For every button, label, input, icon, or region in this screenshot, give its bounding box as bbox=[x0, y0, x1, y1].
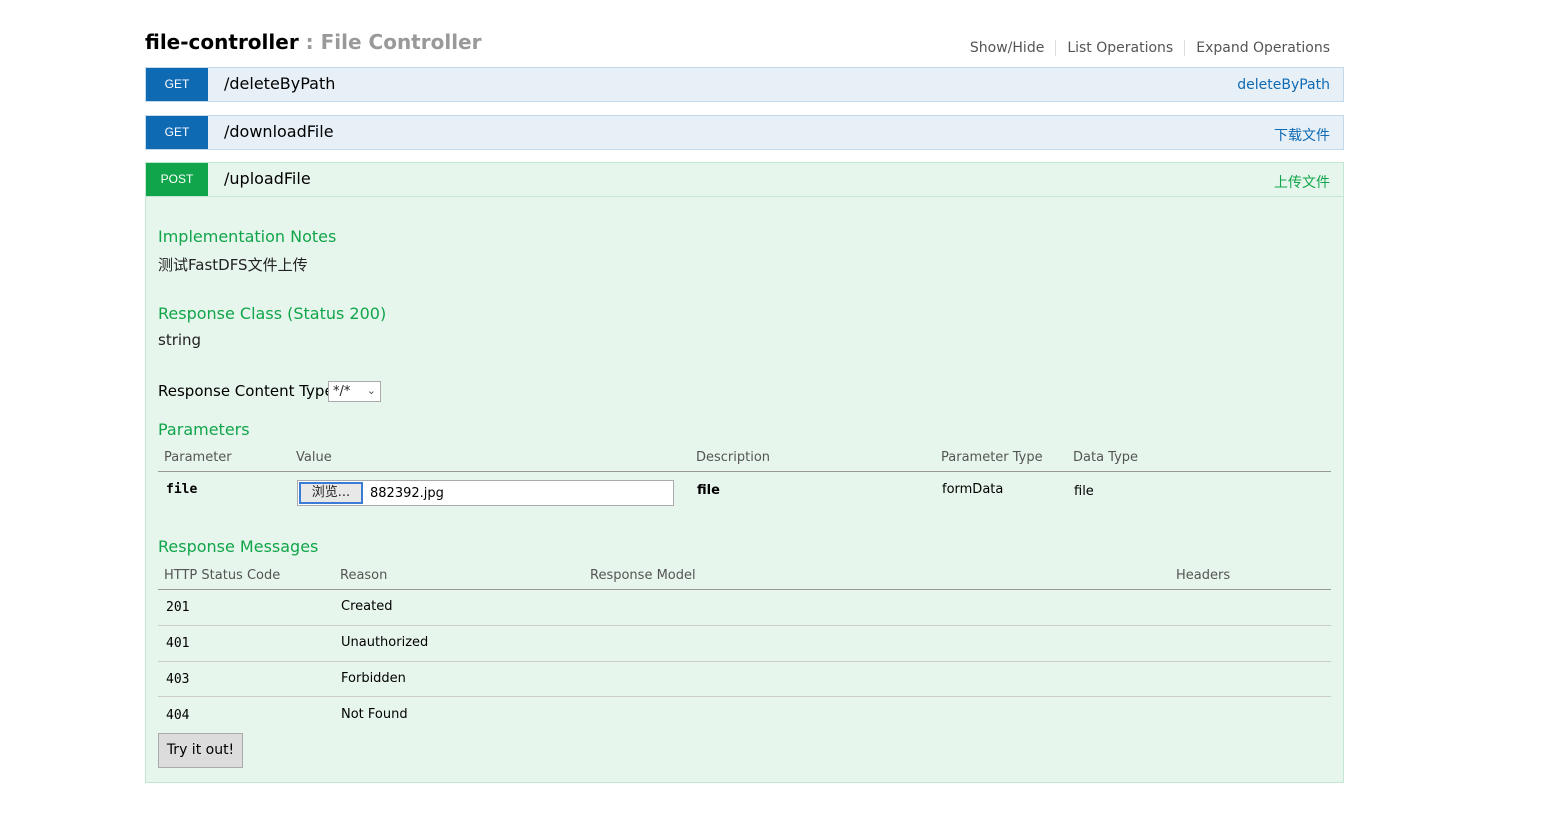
param-header-parameter: Parameter bbox=[164, 450, 232, 465]
http-method-badge[interactable]: GET bbox=[146, 116, 208, 149]
selected-file-name: 882392.jpg bbox=[370, 486, 444, 501]
resource-heading: file-controller : File Controller Show/H… bbox=[145, 30, 1344, 60]
resource-title[interactable]: file-controller : File Controller bbox=[145, 30, 481, 54]
status-code: 404 bbox=[166, 708, 190, 723]
status-code: 401 bbox=[166, 636, 190, 651]
http-method-badge[interactable]: GET bbox=[146, 68, 208, 101]
messages-header-divider bbox=[158, 589, 1331, 590]
implementation-notes-title: Implementation Notes bbox=[158, 227, 337, 246]
status-reason: Created bbox=[341, 599, 393, 614]
param-header-value: Value bbox=[296, 450, 332, 465]
response-content-type-label: Response Content Type bbox=[158, 382, 334, 400]
operation-delete-by-path: GET /deleteByPath deleteByPath bbox=[145, 67, 1344, 102]
table-row-divider bbox=[158, 696, 1331, 697]
content-type-value: */* bbox=[333, 384, 351, 399]
resource-separator: : bbox=[298, 30, 321, 54]
http-method-badge[interactable]: POST bbox=[146, 163, 208, 196]
status-code: 201 bbox=[166, 600, 190, 615]
operation-summary[interactable]: 下载文件 bbox=[1274, 125, 1330, 145]
params-header-divider bbox=[158, 471, 1331, 472]
msg-header-reason: Reason bbox=[340, 568, 388, 583]
msg-header-response-model: Response Model bbox=[590, 568, 696, 583]
param-description: file bbox=[697, 483, 720, 498]
response-class-text: string bbox=[158, 331, 202, 349]
status-code: 403 bbox=[166, 672, 190, 687]
status-reason: Unauthorized bbox=[341, 635, 429, 650]
show-hide-link[interactable]: Show/Hide bbox=[959, 40, 1057, 56]
param-type: formData bbox=[942, 482, 1004, 497]
operation-summary[interactable]: deleteByPath bbox=[1237, 77, 1330, 93]
param-name: file bbox=[166, 482, 198, 497]
operation-heading[interactable]: GET /downloadFile 下载文件 bbox=[146, 116, 1343, 149]
operation-download-file: GET /downloadFile 下载文件 bbox=[145, 115, 1344, 150]
param-data-type: file bbox=[1074, 484, 1094, 499]
file-input[interactable]: 浏览... 882392.jpg bbox=[297, 480, 674, 506]
list-operations-link[interactable]: List Operations bbox=[1056, 40, 1186, 56]
operation-heading[interactable]: GET /deleteByPath deleteByPath bbox=[146, 68, 1343, 101]
implementation-notes-text: 测试FastDFS文件上传 bbox=[158, 256, 308, 274]
parameters-title: Parameters bbox=[158, 420, 250, 439]
operation-content: Implementation Notes 测试FastDFS文件上传 Respo… bbox=[146, 196, 1343, 783]
try-it-out-button[interactable]: Try it out! bbox=[158, 733, 243, 768]
response-content-type-select[interactable]: */* ⌄ bbox=[328, 381, 381, 402]
msg-header-headers: Headers bbox=[1176, 568, 1231, 583]
msg-header-status-code: HTTP Status Code bbox=[164, 568, 281, 583]
operation-upload-file: POST /uploadFile 上传文件 Implementation Not… bbox=[145, 162, 1344, 783]
param-header-description: Description bbox=[696, 450, 771, 465]
status-reason: Forbidden bbox=[341, 671, 406, 686]
status-reason: Not Found bbox=[341, 707, 408, 722]
table-row-divider bbox=[158, 625, 1331, 626]
param-header-data-type: Data Type bbox=[1073, 450, 1139, 465]
browse-button[interactable]: 浏览... bbox=[299, 482, 363, 504]
operation-path[interactable]: /downloadFile bbox=[224, 122, 334, 141]
operation-path[interactable]: /deleteByPath bbox=[224, 74, 335, 93]
expand-operations-link[interactable]: Expand Operations bbox=[1185, 40, 1330, 56]
param-header-parameter-type: Parameter Type bbox=[941, 450, 1043, 465]
resource-name[interactable]: file-controller bbox=[145, 30, 299, 54]
response-messages-title: Response Messages bbox=[158, 537, 319, 556]
response-class-title: Response Class (Status 200) bbox=[158, 304, 387, 323]
chevron-down-icon: ⌄ bbox=[366, 384, 376, 397]
resource-options: Show/Hide List Operations Expand Operation… bbox=[959, 40, 1330, 56]
operation-heading[interactable]: POST /uploadFile 上传文件 bbox=[146, 163, 1343, 196]
operation-summary[interactable]: 上传文件 bbox=[1274, 172, 1330, 192]
table-row-divider bbox=[158, 661, 1331, 662]
resource-description: File Controller bbox=[320, 30, 482, 54]
operation-path[interactable]: /uploadFile bbox=[224, 169, 311, 188]
